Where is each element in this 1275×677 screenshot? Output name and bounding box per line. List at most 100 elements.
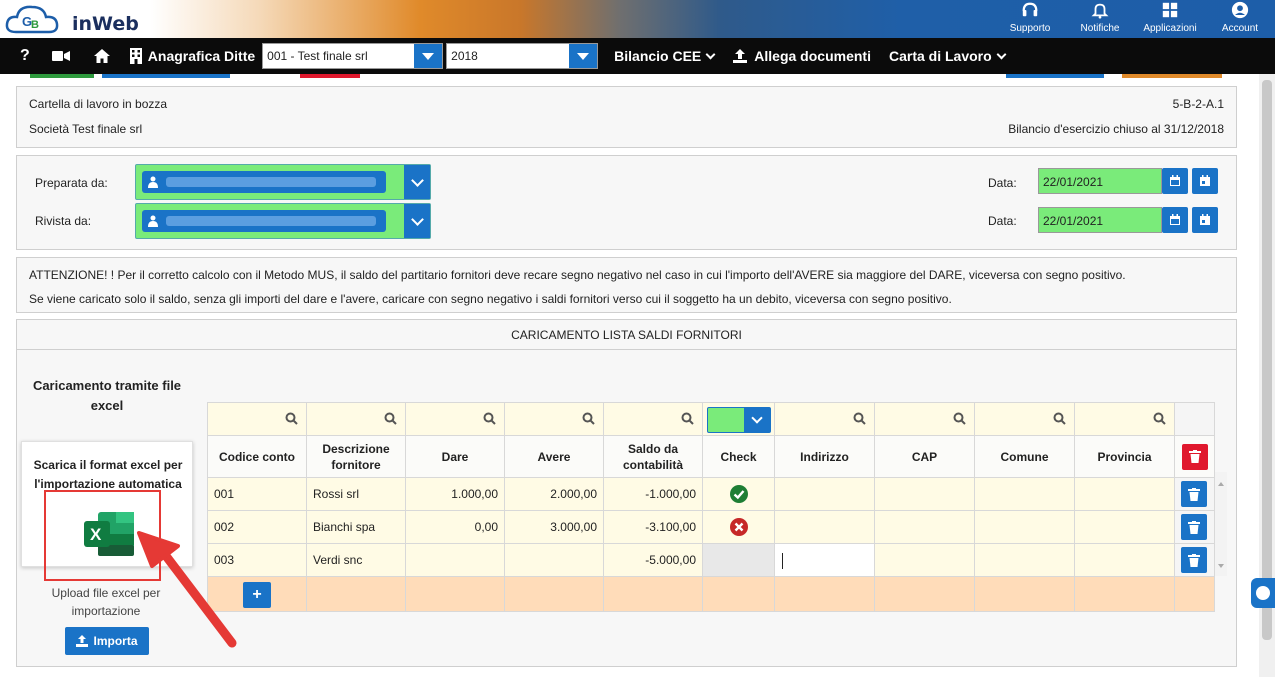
footer-cell (974, 576, 1075, 612)
redacted-name (166, 177, 376, 187)
table-cell-saldo[interactable]: -5.000,00 (603, 543, 703, 577)
delete-all-button[interactable] (1181, 443, 1208, 470)
text-cursor (782, 553, 783, 569)
table-cell-descrizione[interactable]: Verdi snc (306, 543, 406, 577)
table-cell-indirizzo-editing[interactable] (774, 543, 875, 577)
table-cell-comune[interactable] (974, 543, 1075, 577)
search-icon (681, 412, 694, 425)
filter-avere[interactable] (504, 402, 604, 436)
table-cell-avere[interactable] (504, 543, 604, 577)
warning-line-2: Se viene caricato solo il saldo, senza g… (29, 292, 952, 306)
tab-strip-green (30, 74, 94, 78)
trash-icon (1188, 520, 1200, 534)
table-cell-codice[interactable]: 003 (207, 543, 307, 577)
reviewed-by-select[interactable] (135, 203, 431, 239)
workpaper-header: Cartella di lavoro in bozza Società Test… (16, 86, 1237, 148)
trash-icon (1188, 450, 1201, 463)
video-button[interactable] (51, 49, 70, 63)
table-cell-comune[interactable] (974, 477, 1075, 511)
account-button[interactable]: Account (1205, 0, 1275, 38)
table-cell-dare[interactable] (405, 543, 505, 577)
table-cell-codice[interactable]: 001 (207, 477, 307, 511)
filter-cap[interactable] (874, 402, 975, 436)
remote-support-icon[interactable] (1251, 578, 1275, 608)
col-codice-conto[interactable]: Codice conto (207, 435, 307, 478)
table-scrollbar[interactable] (1215, 472, 1227, 576)
delete-row-button[interactable] (1181, 514, 1207, 540)
delete-row-button[interactable] (1181, 481, 1207, 507)
tab-strip-red (300, 74, 360, 78)
col-provincia[interactable]: Provincia (1074, 435, 1175, 478)
company-select[interactable]: 001 - Test finale srl (262, 43, 444, 69)
table-cell-codice[interactable]: 002 (207, 510, 307, 544)
col-actions (1174, 435, 1215, 478)
reviewed-calendar-button[interactable] (1162, 207, 1188, 233)
bilancio-cee-label: Bilancio CEE (614, 48, 702, 64)
chevron-down-icon[interactable] (404, 165, 430, 199)
col-dare[interactable]: Dare (405, 435, 505, 478)
import-button[interactable]: Importa (65, 627, 149, 655)
col-saldo[interactable]: Saldo da contabilità (603, 435, 703, 478)
chevron-down-icon[interactable] (404, 204, 430, 238)
add-row-button[interactable]: + (243, 582, 271, 608)
prepared-date-input[interactable]: 22/01/2021 (1038, 168, 1162, 194)
page-scrollbar-thumb[interactable] (1262, 80, 1272, 640)
table-cell-dare[interactable]: 0,00 (405, 510, 505, 544)
bell-icon (1091, 3, 1109, 19)
allega-documenti-link[interactable]: Allega documenti (732, 48, 871, 64)
table-cell-provincia[interactable] (1074, 543, 1175, 577)
table-cell-avere[interactable]: 2.000,00 (504, 477, 604, 511)
prepared-calendar-button[interactable] (1162, 168, 1188, 194)
col-indirizzo[interactable]: Indirizzo (774, 435, 875, 478)
notifications-button[interactable]: Notifiche (1065, 0, 1135, 38)
redacted-name (166, 216, 376, 226)
table-cell-actions (1174, 510, 1215, 544)
reviewed-date-input[interactable]: 22/01/2021 (1038, 207, 1162, 233)
bilancio-cee-menu[interactable]: Bilancio CEE (614, 48, 716, 64)
table-cell-saldo[interactable]: -1.000,00 (603, 477, 703, 511)
table-cell-indirizzo[interactable] (774, 510, 875, 544)
table-cell-cap[interactable] (874, 477, 975, 511)
table-cell-provincia[interactable] (1074, 477, 1175, 511)
year-select[interactable]: 2018 (446, 43, 599, 69)
filter-descrizione[interactable] (306, 402, 406, 436)
filter-provincia[interactable] (1074, 402, 1175, 436)
check-filter-select[interactable] (707, 407, 771, 433)
applications-label: Applicazioni (1143, 23, 1197, 34)
col-comune[interactable]: Comune (974, 435, 1075, 478)
col-cap[interactable]: CAP (874, 435, 975, 478)
prepared-by-label: Preparata da: (35, 176, 108, 190)
prepared-by-select[interactable] (135, 164, 431, 200)
table-cell-descrizione[interactable]: Rossi srl (306, 477, 406, 511)
user-icon (148, 215, 158, 227)
table-cell-descrizione[interactable]: Bianchi spa (306, 510, 406, 544)
col-descrizione-fornitore[interactable]: Descrizione fornitore (306, 435, 406, 478)
filter-indirizzo[interactable] (774, 402, 875, 436)
anagrafica-ditte-link[interactable]: Anagrafica Ditte (129, 48, 255, 64)
table-cell-avere[interactable]: 3.000,00 (504, 510, 604, 544)
filter-dare[interactable] (405, 402, 505, 436)
table-cell-saldo[interactable]: -3.100,00 (603, 510, 703, 544)
table-cell-indirizzo[interactable] (774, 477, 875, 511)
applications-button[interactable]: Applicazioni (1135, 0, 1205, 38)
prepared-today-button[interactable] (1192, 168, 1218, 194)
table-cell-cap[interactable] (874, 510, 975, 544)
help-button[interactable]: ? (20, 47, 30, 65)
col-avere[interactable]: Avere (504, 435, 604, 478)
filter-saldo[interactable] (603, 402, 703, 436)
home-button[interactable] (93, 48, 110, 64)
filter-codice-conto[interactable] (207, 402, 307, 436)
reviewed-today-button[interactable] (1192, 207, 1218, 233)
support-button[interactable]: Supporto (995, 0, 1065, 38)
year-select-caret-icon (569, 44, 598, 68)
app-logo[interactable]: G B inWeb (4, 2, 139, 36)
col-check[interactable]: Check (702, 435, 775, 478)
table-cell-provincia[interactable] (1074, 510, 1175, 544)
notifications-label: Notifiche (1080, 23, 1120, 34)
table-cell-cap[interactable] (874, 543, 975, 577)
carta-di-lavoro-menu[interactable]: Carta di Lavoro (889, 48, 1007, 64)
filter-comune[interactable] (974, 402, 1075, 436)
delete-row-button[interactable] (1181, 547, 1207, 573)
table-cell-dare[interactable]: 1.000,00 (405, 477, 505, 511)
table-cell-comune[interactable] (974, 510, 1075, 544)
